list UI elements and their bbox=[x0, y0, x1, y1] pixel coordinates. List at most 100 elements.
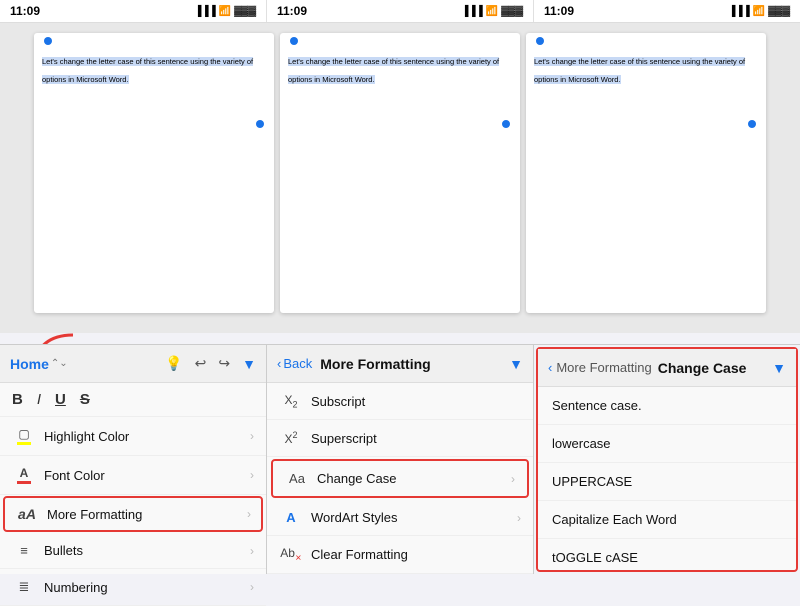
more-formatting-header: ‹ Back More Formatting ▼ bbox=[267, 345, 533, 383]
toggle-case-label: tOGGLE cASE bbox=[552, 550, 638, 565]
subscript-item[interactable]: X2 Subscript bbox=[267, 383, 533, 420]
more-formatting-panel-title: More Formatting bbox=[320, 356, 430, 372]
superscript-icon: X2 bbox=[279, 430, 303, 446]
font-color-label: Font Color bbox=[44, 468, 250, 483]
status-bars-container: 11:09 ▐▐▐ 📶 ▓▓▓ 11:09 ▐▐▐ 📶 ▓▓▓ 11:09 ▐▐… bbox=[0, 0, 800, 23]
numbering-item[interactable]: ≣ Numbering › bbox=[0, 569, 266, 606]
strikethrough-button[interactable]: S bbox=[80, 391, 90, 408]
status-bar-1: 11:09 ▐▐▐ 📶 ▓▓▓ bbox=[0, 0, 267, 22]
superscript-item[interactable]: X2 Superscript bbox=[267, 420, 533, 457]
back-label-more: Back bbox=[283, 356, 312, 371]
wifi-icon-2: 📶 bbox=[486, 6, 498, 17]
change-case-item[interactable]: Aa Change Case › bbox=[271, 459, 529, 498]
dropdown-icon[interactable]: ▼ bbox=[242, 356, 256, 372]
more-formatting-chevron: › bbox=[247, 507, 251, 521]
status-icons-3: ▐▐▐ 📶 ▓▓▓ bbox=[728, 6, 790, 17]
status-bar-3: 11:09 ▐▐▐ 📶 ▓▓▓ bbox=[534, 0, 800, 22]
signal-icon-2: ▐▐▐ bbox=[461, 6, 482, 17]
font-color-chevron: › bbox=[250, 468, 254, 482]
italic-button[interactable]: I bbox=[37, 391, 41, 408]
home-title[interactable]: Home bbox=[10, 356, 49, 372]
font-color-item[interactable]: A Font Color › bbox=[0, 456, 266, 495]
home-panel-header: Home ⌃⌄ 💡 ↩ ↪ ▼ bbox=[0, 345, 266, 383]
change-case-dropdown-icon[interactable]: ▼ bbox=[772, 360, 786, 376]
numbering-chevron: › bbox=[250, 580, 254, 594]
undo-icon[interactable]: ↩ bbox=[195, 355, 207, 372]
change-case-label: Change Case bbox=[317, 471, 511, 486]
status-icons-2: ▐▐▐ 📶 ▓▓▓ bbox=[461, 6, 523, 17]
doc-highlighted-text-2: Let's change the letter case of this sen… bbox=[288, 57, 499, 84]
doc-content-3: Let's change the letter case of this sen… bbox=[534, 51, 758, 87]
doc-page-2: Let's change the letter case of this sen… bbox=[280, 33, 520, 313]
clear-formatting-icon: Ab✕ bbox=[279, 546, 303, 562]
wordart-icon: A bbox=[279, 510, 303, 525]
wordart-item[interactable]: A WordArt Styles › bbox=[267, 500, 533, 536]
panel-home: Home ⌃⌄ 💡 ↩ ↪ ▼ B I U S ▢ Highligh bbox=[0, 345, 267, 574]
numbering-icon: ≣ bbox=[12, 579, 36, 595]
font-color-bar bbox=[17, 481, 31, 484]
bullets-icon: ≡ bbox=[12, 543, 36, 558]
cursor-bottom-3 bbox=[748, 120, 756, 128]
back-chevron-changecase[interactable]: ‹ bbox=[548, 360, 552, 375]
subscript-label: Subscript bbox=[311, 394, 521, 409]
time-2: 11:09 bbox=[277, 4, 307, 18]
highlight-color-bar bbox=[17, 442, 31, 445]
doc-content-2: Let's change the letter case of this sen… bbox=[288, 51, 512, 87]
clear-formatting-label: Clear Formatting bbox=[311, 547, 521, 562]
bold-button[interactable]: B bbox=[12, 391, 23, 408]
wordart-chevron: › bbox=[517, 511, 521, 525]
capitalize-each-word-label: Capitalize Each Word bbox=[552, 512, 677, 527]
panel-more-formatting: ‹ Back More Formatting ▼ X2 Subscript X2… bbox=[267, 345, 534, 574]
underline-button[interactable]: U bbox=[55, 391, 66, 408]
lightbulb-icon[interactable]: 💡 bbox=[165, 355, 182, 372]
change-case-chevron: › bbox=[511, 472, 515, 486]
status-bar-2: 11:09 ▐▐▐ 📶 ▓▓▓ bbox=[267, 0, 534, 22]
font-color-icon-letter: A bbox=[20, 466, 29, 480]
more-formatting-icon: aA bbox=[15, 506, 39, 522]
doc-page-1: Let's change the letter case of this sen… bbox=[34, 33, 274, 313]
back-button-more[interactable]: ‹ Back bbox=[277, 356, 312, 371]
highlight-color-icon: ▢ bbox=[12, 427, 36, 445]
lowercase-label: lowercase bbox=[552, 436, 611, 451]
time-1: 11:09 bbox=[10, 4, 40, 18]
panel-change-case: ‹ More Formatting Change Case ▼ Sentence… bbox=[536, 347, 798, 572]
more-formatting-dropdown-icon[interactable]: ▼ bbox=[509, 356, 523, 372]
highlight-icon-letter: ▢ bbox=[18, 427, 29, 441]
sentence-case-option[interactable]: Sentence case. bbox=[538, 387, 796, 425]
toggle-case-option[interactable]: tOGGLE cASE bbox=[538, 539, 796, 576]
highlight-color-label: Highlight Color bbox=[44, 429, 250, 444]
more-formatting-item[interactable]: aA More Formatting › bbox=[3, 496, 263, 532]
clear-formatting-item[interactable]: Ab✕ Clear Formatting bbox=[267, 536, 533, 573]
highlight-color-item[interactable]: ▢ Highlight Color › bbox=[0, 417, 266, 456]
cursor-bottom-2 bbox=[502, 120, 510, 128]
cursor-top-2 bbox=[290, 37, 298, 45]
numbering-label: Numbering bbox=[44, 580, 250, 595]
home-header-icons: 💡 ↩ ↪ ▼ bbox=[165, 355, 256, 372]
font-color-icon: A bbox=[12, 466, 36, 484]
uppercase-label: UPPERCASE bbox=[552, 474, 632, 489]
parent-label-changecase: More Formatting bbox=[556, 360, 651, 375]
more-formatting-label: More Formatting bbox=[47, 507, 247, 522]
wifi-icon-1: 📶 bbox=[219, 6, 231, 17]
toolbar-area: Home ⌃⌄ 💡 ↩ ↪ ▼ B I U S ▢ Highligh bbox=[0, 344, 800, 574]
doc-content-1: Let's change the letter case of this sen… bbox=[42, 51, 266, 87]
bullets-item[interactable]: ≡ Bullets › bbox=[0, 533, 266, 569]
change-case-icon: Aa bbox=[285, 471, 309, 486]
document-area: Let's change the letter case of this sen… bbox=[0, 23, 800, 333]
format-buttons-row: B I U S bbox=[0, 383, 266, 417]
time-3: 11:09 bbox=[544, 4, 574, 18]
superscript-label: Superscript bbox=[311, 431, 521, 446]
wordart-label: WordArt Styles bbox=[311, 510, 517, 525]
doc-highlighted-text-1: Let's change the letter case of this sen… bbox=[42, 57, 253, 84]
status-icons-1: ▐▐▐ 📶 ▓▓▓ bbox=[194, 6, 256, 17]
highlight-color-chevron: › bbox=[250, 429, 254, 443]
lowercase-option[interactable]: lowercase bbox=[538, 425, 796, 463]
more-formatting-icon-letter: aA bbox=[18, 506, 36, 522]
wifi-icon-3: 📶 bbox=[753, 6, 765, 17]
redo-icon[interactable]: ↪ bbox=[218, 355, 230, 372]
capitalize-each-word-option[interactable]: Capitalize Each Word bbox=[538, 501, 796, 539]
battery-icon-3: ▓▓▓ bbox=[768, 6, 790, 17]
uppercase-option[interactable]: UPPERCASE bbox=[538, 463, 796, 501]
doc-page-3: Let's change the letter case of this sen… bbox=[526, 33, 766, 313]
change-case-header: ‹ More Formatting Change Case ▼ bbox=[538, 349, 796, 387]
